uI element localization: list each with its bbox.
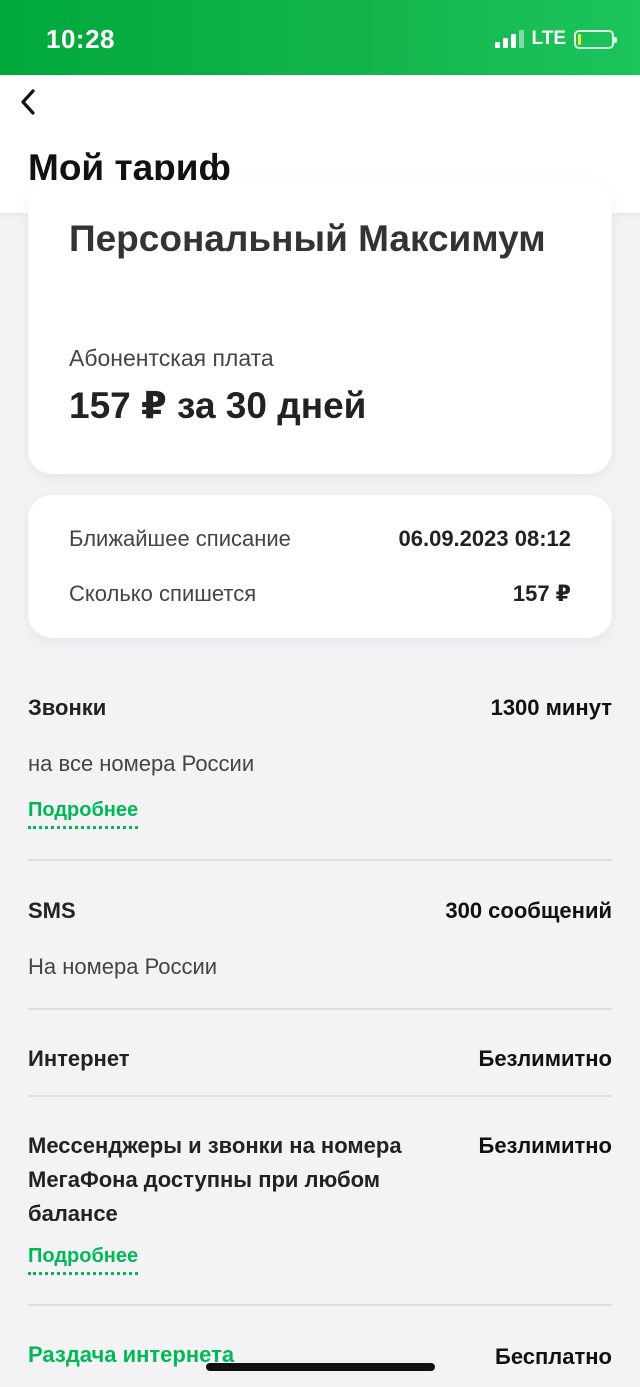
service-name: Мессенджеры и звонки на номера МегаФона … [28,1133,402,1226]
tariff-name: Персональный Максимум [69,218,546,259]
tariff-card: Персональный Максимум Абонентская плата … [28,180,612,474]
charge-amount-value: 157 ₽ [512,581,571,606]
messengers-more-link[interactable]: Подробнее [28,1245,139,1275]
service-value: 300 сообщений [445,898,612,923]
service-internet: Интернет Безлимитно [28,1042,612,1076]
service-value: Безлимитно [478,1046,613,1071]
service-value: Безлимитно [478,1133,613,1158]
service-name: Звонки [28,695,107,720]
fee-label: Абонентская плата [69,345,274,371]
service-name: Интернет [28,1046,130,1071]
charge-amount-row: Сколько спишется 157 ₽ [69,581,571,607]
back-button[interactable] [14,87,44,117]
next-charge-date: 06.09.2023 08:12 [398,526,572,551]
chevron-left-icon [21,89,35,115]
charge-card: Ближайшее списание 06.09.2023 08:12 Скол… [28,495,612,638]
service-desc: на все номера России [28,751,255,776]
network-type: LTE [531,28,566,49]
next-charge-row: Ближайшее списание 06.09.2023 08:12 [69,526,571,552]
service-calls: Звонки 1300 минут на все номера России П… [28,691,612,829]
charge-amount-label: Сколько спишется [69,581,257,606]
calls-more-link[interactable]: Подробнее [28,799,139,829]
divider [28,1095,612,1097]
service-sms: SMS 300 сообщений На номера России [28,894,612,980]
service-desc: На номера России [28,954,218,979]
next-charge-label: Ближайшее списание [69,526,291,551]
battery-icon [574,29,617,49]
signal-icon [494,30,524,48]
status-indicators: LTE [494,28,617,50]
service-messengers: Мессенджеры и звонки на номера МегаФона … [28,1129,612,1275]
status-bar: 10:28 LTE [0,0,640,75]
home-indicator [206,1363,435,1371]
divider [28,1008,612,1010]
status-time: 10:28 [46,24,115,54]
service-name: SMS [28,898,76,923]
service-value: 1300 минут [490,695,612,720]
service-value: Бесплатно [495,1344,612,1369]
service-name[interactable]: Раздача интернета [28,1338,234,1372]
divider [28,859,612,861]
fee-value: 157 ₽ за 30 дней [69,385,367,426]
divider [28,1304,612,1306]
